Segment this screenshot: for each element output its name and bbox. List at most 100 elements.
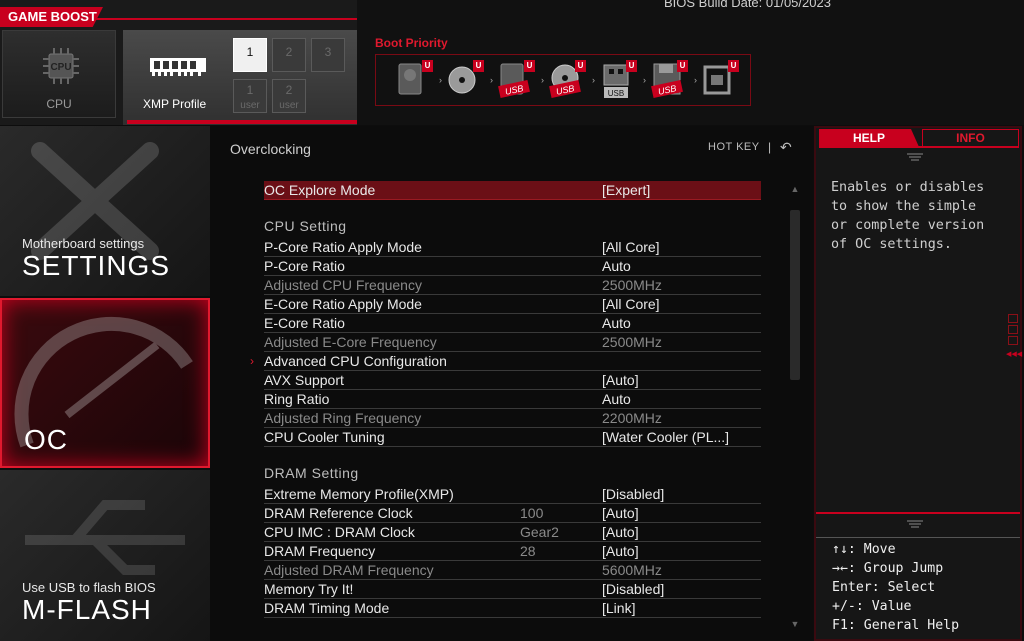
help-description: Enables or disables to show the simple o… (831, 178, 1009, 254)
boot-device-hard-drive[interactable]: U › (396, 60, 442, 99)
setting-value: [Disabled] (602, 486, 665, 502)
m-flash-subtitle: Use USB to flash BIOS (22, 580, 156, 595)
key-hint: →←: Group Jump (832, 561, 944, 576)
key-hint: Enter: Select (832, 580, 936, 595)
boot-arrow: › (490, 75, 493, 85)
setting-row[interactable]: Memory Try It! [Disabled] (264, 580, 761, 599)
setting-name: DRAM Reference Clock (264, 505, 413, 521)
nav-settings[interactable]: Motherboard settings SETTINGS (0, 126, 210, 296)
memory-module-icon (150, 58, 206, 76)
setting-row: Adjusted Ring Frequency 2200MHz (264, 409, 761, 428)
section-dram-setting: DRAM Setting (264, 465, 359, 481)
keys-separator (816, 537, 1020, 538)
setting-row[interactable]: DRAM Reference Clock 100 [Auto] (264, 504, 761, 523)
key-hint: ↑↓: Move (832, 542, 896, 557)
setting-value: 2500MHz (602, 334, 662, 350)
setting-name: E-Core Ratio (264, 315, 345, 331)
setting-value: 5600MHz (602, 562, 662, 578)
setting-value: 2200MHz (602, 410, 662, 426)
xmp-user-1-button[interactable]: 1 user (233, 79, 267, 113)
help-line: of OC settings. (831, 237, 952, 252)
setting-row[interactable]: CPU Cooler Tuning [Water Cooler (PL...] (264, 428, 761, 447)
setting-row[interactable]: E-Core Ratio Auto (264, 314, 761, 333)
help-tab-underline (819, 146, 1019, 148)
nav-m-flash[interactable]: Use USB to flash BIOS M-FLASH (0, 470, 210, 641)
collapse-arrows-icon[interactable]: ◀◀◀ (1006, 350, 1022, 358)
tab-help[interactable]: HELP (819, 129, 919, 147)
boot-device-usb-hard-drive[interactable]: USB U › (498, 60, 544, 99)
xmp-profile-panel[interactable]: XMP Profile 1 2 3 1 user 2 user (123, 30, 357, 125)
setting-row[interactable]: P-Core Ratio Apply Mode [All Core] (264, 238, 761, 257)
xmp-profile-3-button[interactable]: 3 (311, 38, 345, 72)
hotkey-separator: | (768, 140, 772, 154)
settings-subtitle: Motherboard settings (22, 236, 145, 251)
hot-key-button[interactable]: HOT KEY (708, 141, 760, 153)
boot-priority-bar: U › U › USB U › USB U › USB U › USB U › U (375, 54, 751, 106)
game-boost-cpu-button[interactable]: CPU CPU (2, 30, 116, 118)
setting-row[interactable]: CPU IMC : DRAM Clock Gear2 [Auto] (264, 523, 761, 542)
uefi-badge: U (575, 60, 586, 72)
svg-text:USB: USB (608, 89, 624, 98)
setting-name: P-Core Ratio (264, 258, 345, 274)
setting-row[interactable]: P-Core Ratio Auto (264, 257, 761, 276)
grip-icon[interactable] (905, 518, 925, 530)
setting-current-value: Gear2 (520, 524, 559, 540)
boot-arrow: › (541, 75, 544, 85)
scroll-up-arrow[interactable]: ▲ (789, 184, 801, 194)
uefi-badge: U (422, 60, 433, 72)
oc-title: OC (24, 424, 68, 455)
scrollbar-thumb[interactable] (790, 210, 800, 380)
key-legend: ↑↓: Move →←: Group Jump Enter: Select +/… (832, 540, 959, 635)
boot-device-network[interactable]: U (702, 60, 739, 99)
setting-value: [Auto] (602, 505, 639, 521)
boot-device-usb-floppy[interactable]: USB U › (651, 60, 697, 99)
cpu-chip-icon: CPU (43, 48, 79, 84)
xmp-user-2-button[interactable]: 2 user (272, 79, 306, 113)
svg-text:CPU: CPU (50, 62, 71, 73)
setting-row[interactable]: DRAM Frequency 28 [Auto] (264, 542, 761, 561)
key-hint: +/-: Value (832, 599, 912, 614)
back-icon[interactable]: ↶ (780, 139, 792, 156)
setting-name: DRAM Frequency (264, 543, 376, 559)
grip-icon[interactable] (905, 151, 925, 163)
side-tabs[interactable] (1008, 314, 1020, 347)
setting-name: OC Explore Mode (264, 182, 376, 198)
setting-name: DRAM Timing Mode (264, 600, 390, 616)
setting-row-oc-explore-mode[interactable]: OC Explore Mode [Expert] (264, 181, 761, 200)
uefi-badge: U (524, 60, 535, 72)
submenu-arrow-icon: › (250, 354, 254, 368)
uefi-badge: U (473, 60, 484, 72)
setting-current-value: 28 (520, 543, 536, 559)
cpu-tile-label: CPU (46, 97, 72, 111)
boot-device-optical[interactable]: U › (447, 60, 493, 99)
xmp-profile-1-button[interactable]: 1 (233, 38, 267, 72)
setting-row[interactable]: Advanced CPU Configuration (264, 352, 761, 371)
boot-device-usb-optical[interactable]: USB U › (549, 60, 595, 99)
boot-device-usb-stick[interactable]: USB U › (600, 60, 646, 99)
xmp-active-indicator (127, 120, 357, 124)
setting-row[interactable]: E-Core Ratio Apply Mode [All Core] (264, 295, 761, 314)
setting-value: [All Core] (602, 296, 660, 312)
scroll-down-arrow[interactable]: ▼ (789, 619, 801, 629)
setting-row: Adjusted E-Core Frequency 2500MHz (264, 333, 761, 352)
setting-row[interactable]: Ring Ratio Auto (264, 390, 761, 409)
bios-build-date: BIOS Build Date: 01/05/2023 (664, 0, 831, 10)
nav-oc[interactable]: OC (0, 298, 210, 468)
section-cpu-setting: CPU Setting (264, 218, 347, 234)
xmp-tile-label: XMP Profile (143, 97, 207, 111)
settings-title: SETTINGS (22, 250, 171, 281)
usb-symbol-icon (25, 500, 185, 575)
setting-row: Adjusted DRAM Frequency 5600MHz (264, 561, 761, 580)
setting-row[interactable]: Extreme Memory Profile(XMP) [Disabled] (264, 485, 761, 504)
setting-row[interactable]: DRAM Timing Mode [Link] (264, 599, 761, 618)
xmp-profile-2-button[interactable]: 2 (272, 38, 306, 72)
boot-arrow: › (643, 75, 646, 85)
tab-info[interactable]: INFO (922, 129, 1019, 147)
game-boost-title[interactable]: GAME BOOST (0, 7, 103, 27)
m-flash-title: M-FLASH (22, 594, 152, 625)
setting-row[interactable]: AVX Support [Auto] (264, 371, 761, 390)
setting-value: [Auto] (602, 524, 639, 540)
setting-value: Auto (602, 315, 631, 331)
uefi-badge: U (626, 60, 637, 72)
boot-arrow: › (439, 75, 442, 85)
